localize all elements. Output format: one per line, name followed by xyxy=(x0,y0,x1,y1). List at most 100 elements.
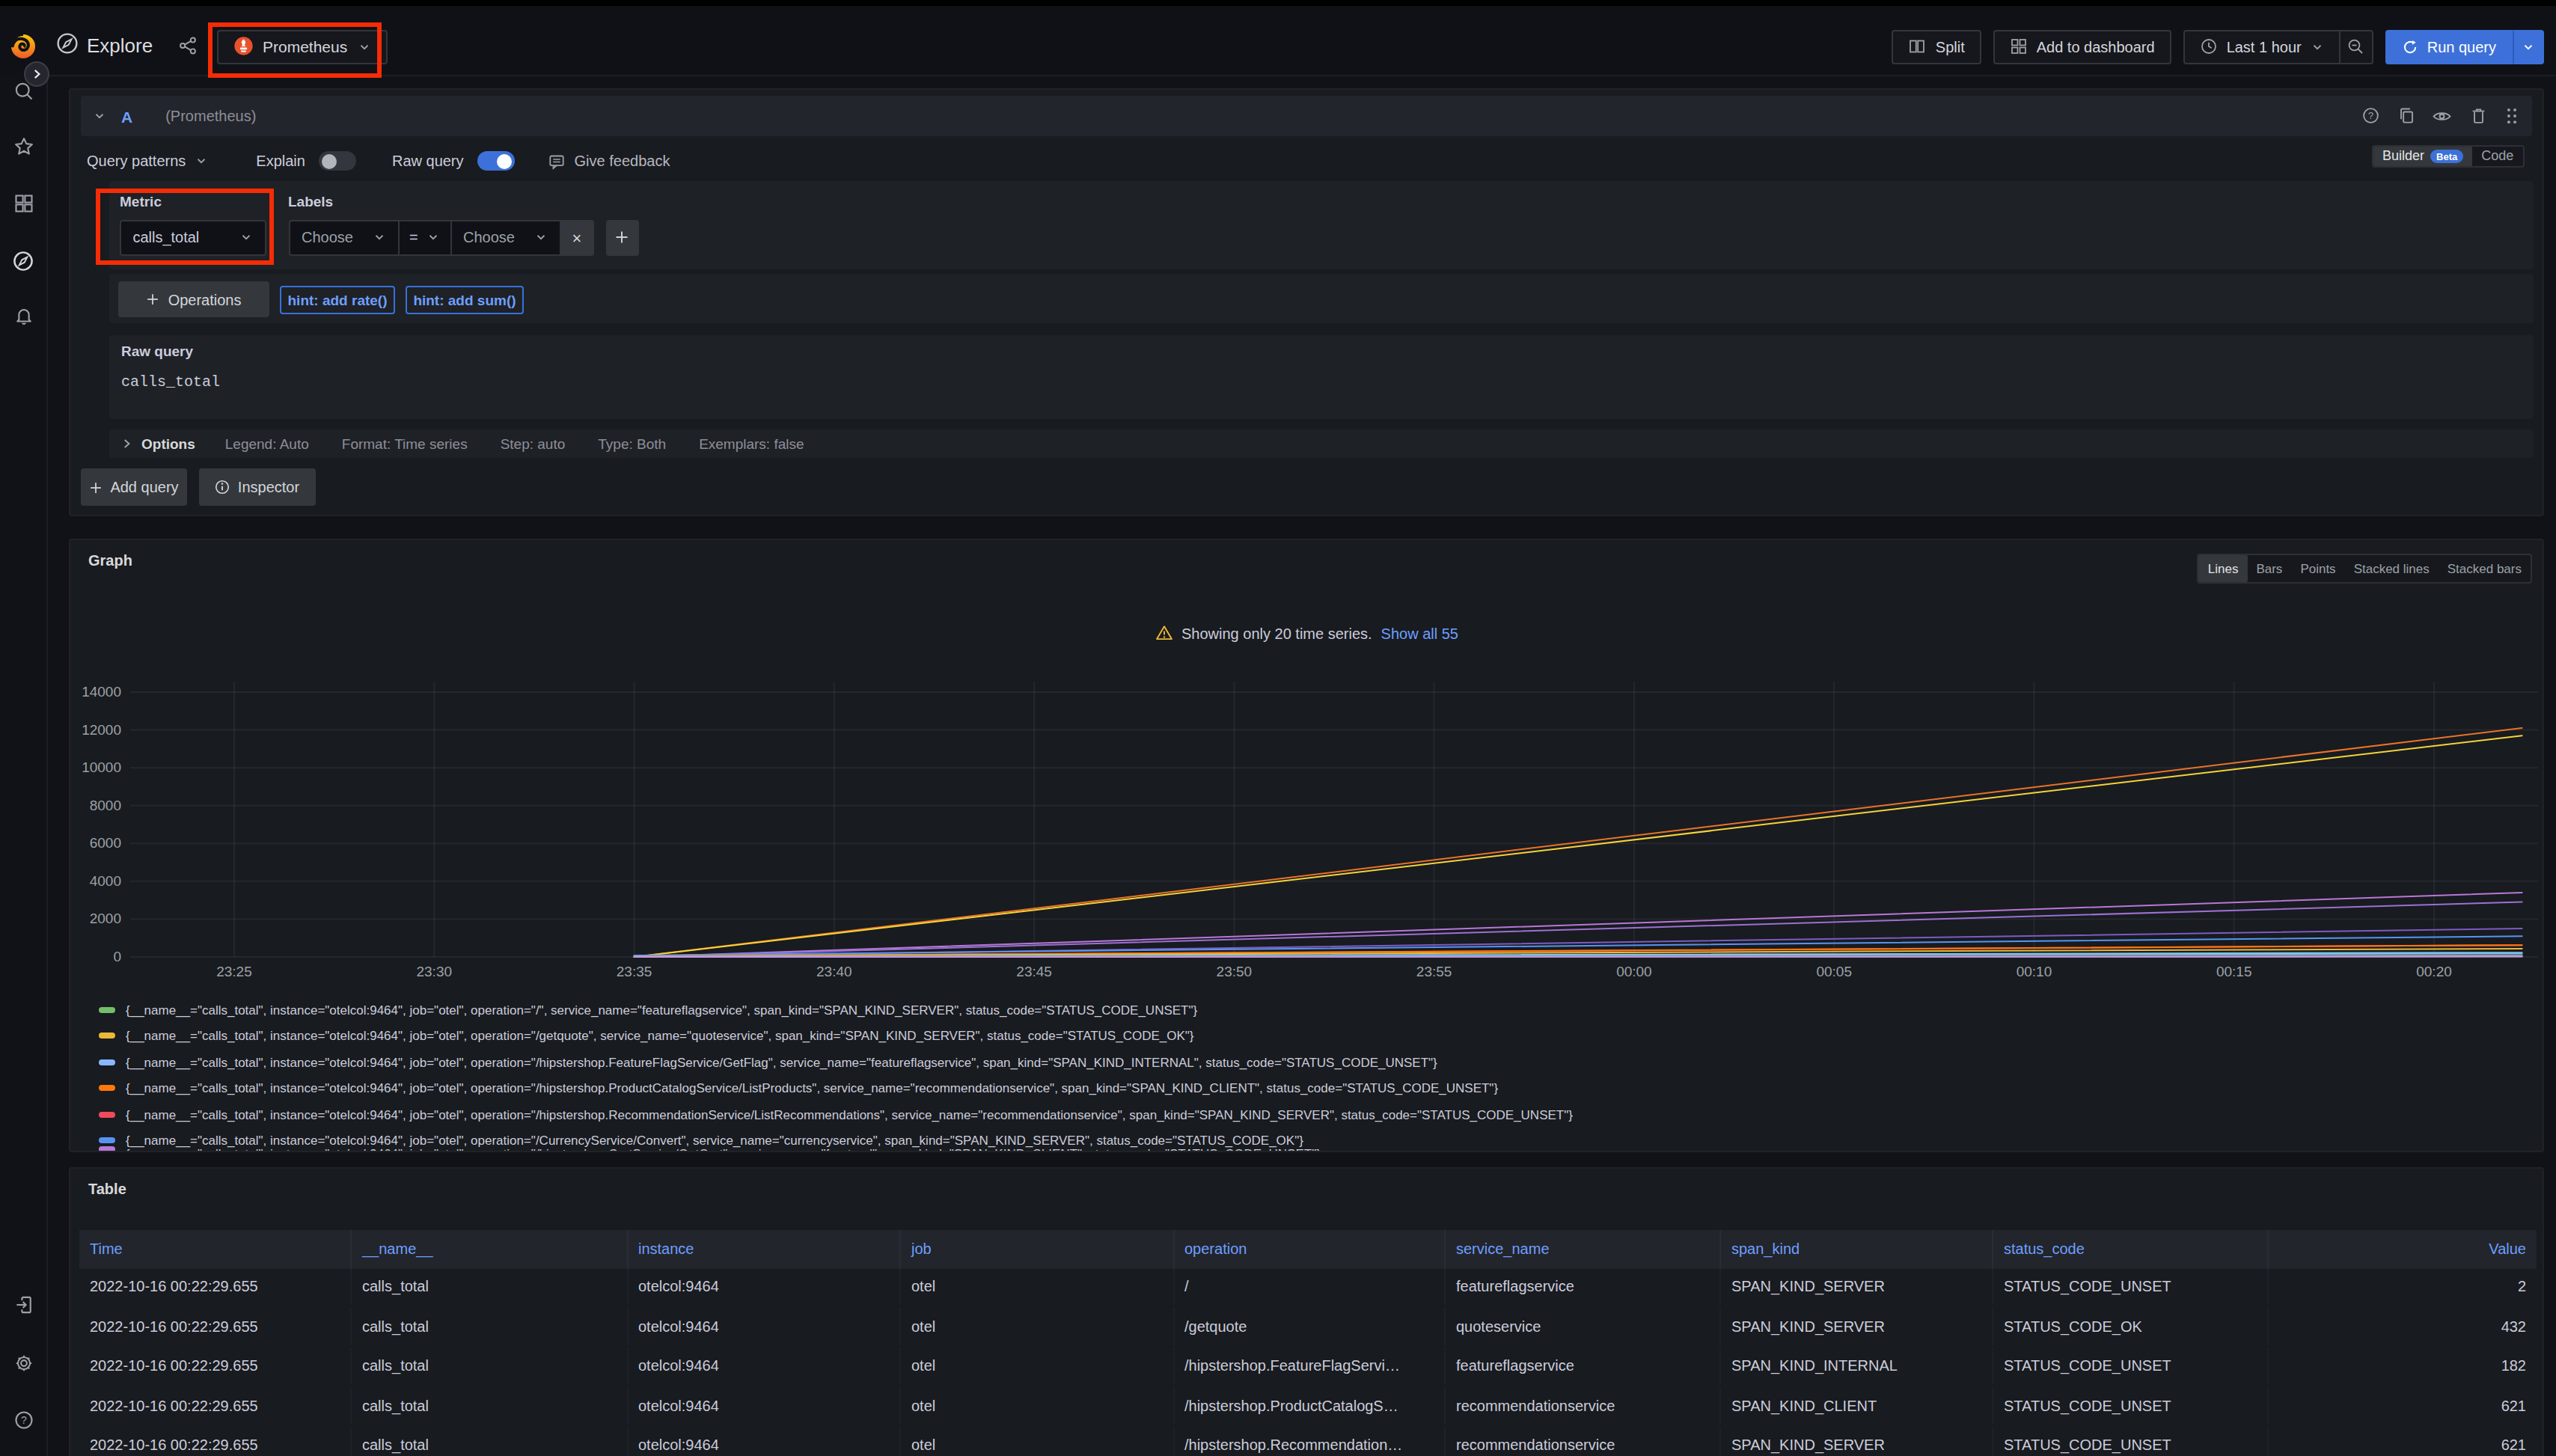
time-picker-button[interactable]: Last 1 hour xyxy=(2183,29,2339,64)
table-cell: SPAN_KIND_INTERNAL xyxy=(1721,1348,1993,1384)
column-header-Time[interactable]: Time xyxy=(79,1229,352,1268)
add-to-dashboard-label: Add to dashboard xyxy=(2037,38,2155,55)
table-cell: STATUS_CODE_UNSET xyxy=(1993,1348,2268,1384)
raw-query-toggle[interactable] xyxy=(477,151,515,171)
query-patterns-label: Query patterns xyxy=(87,153,186,169)
column-header-spankind[interactable]: span_kind xyxy=(1721,1229,1993,1268)
table-cell: 2022-10-16 00:22:29.655 xyxy=(79,1427,352,1456)
label-operator-select[interactable]: = xyxy=(397,219,451,255)
builder-code-switch: Builder Beta Code xyxy=(2372,144,2524,167)
label-value-select[interactable]: Choose xyxy=(450,219,560,255)
legend-item[interactable]: {__name__="calls_total", instance="otelc… xyxy=(99,1075,1498,1101)
table-cell: SPAN_KIND_SERVER xyxy=(1721,1268,1993,1305)
sign-in-icon[interactable] xyxy=(0,1294,46,1315)
legend-item[interactable]: {__name__="calls_total", instance="otelc… xyxy=(99,1049,1437,1075)
table-cell: 2022-10-16 00:22:29.655 xyxy=(79,1308,352,1345)
column-header-instance[interactable]: instance xyxy=(628,1229,901,1268)
show-all-link[interactable]: Show all 55 xyxy=(1381,625,1458,641)
eye-icon[interactable] xyxy=(2432,106,2452,126)
inspector-button[interactable]: Inspector xyxy=(198,468,315,506)
table-row[interactable]: 2022-10-16 00:22:29.655calls_totalotelco… xyxy=(79,1387,2537,1424)
table-cell: featureflagservice xyxy=(1446,1268,1721,1305)
query-row-header[interactable]: A (Prometheus) ? xyxy=(81,96,2532,136)
svg-text:23:40: 23:40 xyxy=(816,964,852,979)
table-row[interactable]: 2022-10-16 00:22:29.655calls_totalotelco… xyxy=(79,1308,2537,1345)
legend-item[interactable]: {__name__="calls_total", instance="otelc… xyxy=(99,1146,1321,1152)
options-label: Options xyxy=(141,435,195,452)
add-query-label: Add query xyxy=(110,479,178,495)
option-item: Step: auto xyxy=(501,435,566,452)
legend-item[interactable]: {__name__="calls_total", instance="otelc… xyxy=(99,997,1197,1023)
grafana-logo[interactable] xyxy=(9,31,37,60)
zoom-out-button[interactable] xyxy=(2339,29,2373,64)
label-key-value: Choose xyxy=(302,229,353,245)
table-cell: SPAN_KIND_SERVER xyxy=(1721,1427,1993,1456)
graph-mode-stacked-bars[interactable]: Stacked bars xyxy=(2439,555,2531,581)
table-cell: 621 xyxy=(2268,1387,2537,1424)
options-row[interactable]: Options Legend: AutoFormat: Time seriesS… xyxy=(108,429,2533,458)
split-button[interactable]: Split xyxy=(1892,29,1981,64)
query-patterns-dropdown[interactable]: Query patterns xyxy=(87,153,208,169)
sidebar-expand-button[interactable] xyxy=(24,61,49,87)
svg-text:14000: 14000 xyxy=(82,684,121,700)
table-row[interactable]: 2022-10-16 00:22:29.655calls_totalotelco… xyxy=(79,1348,2537,1384)
graph-mode-stacked-lines[interactable]: Stacked lines xyxy=(2345,555,2439,581)
table-cell: calls_total xyxy=(352,1308,628,1345)
table-cell: / xyxy=(1174,1268,1446,1305)
time-series-chart[interactable]: 0200040006000800010000120001400023:2523:… xyxy=(70,672,2544,995)
starred-icon[interactable] xyxy=(0,136,46,157)
give-feedback-label[interactable]: Give feedback xyxy=(575,153,670,169)
drag-handle-icon[interactable] xyxy=(2504,106,2520,126)
graph-mode-bars[interactable]: Bars xyxy=(2247,555,2291,581)
copy-icon[interactable] xyxy=(2397,107,2415,126)
column-header-servicename[interactable]: service_name xyxy=(1446,1229,1721,1268)
legend-item[interactable]: {__name__="calls_total", instance="otelc… xyxy=(99,1023,1194,1049)
column-header-Value[interactable]: Value xyxy=(2268,1229,2537,1268)
column-header-statuscode[interactable]: status_code xyxy=(1993,1229,2268,1268)
raw-query-title: Raw query xyxy=(121,343,193,359)
hint-add-rate-button[interactable]: hint: add rate() xyxy=(280,285,395,313)
table-cell: calls_total xyxy=(352,1387,628,1424)
help-circle-icon[interactable]: ? xyxy=(2361,107,2380,126)
code-tab[interactable]: Code xyxy=(2472,146,2522,165)
operations-label: Operations xyxy=(168,292,242,308)
column-header-operation[interactable]: operation xyxy=(1174,1229,1446,1268)
table-row[interactable]: 2022-10-16 00:22:29.655calls_totalotelco… xyxy=(79,1427,2537,1456)
label-key-select[interactable]: Choose xyxy=(288,219,399,255)
svg-text:23:45: 23:45 xyxy=(1016,964,1052,979)
raw-query-label: Raw query xyxy=(392,153,464,169)
table-cell: 182 xyxy=(2268,1348,2537,1384)
add-label-filter-button[interactable] xyxy=(605,219,638,255)
explain-toggle[interactable] xyxy=(319,151,356,171)
table-cell: otelcol:9464 xyxy=(628,1427,901,1456)
collapse-chevron-icon[interactable] xyxy=(93,109,106,123)
run-query-button[interactable]: Run query xyxy=(2385,29,2513,64)
query-toolbar: Query patterns Explain Raw query Give fe… xyxy=(87,145,670,177)
add-query-button[interactable]: Add query xyxy=(80,468,186,506)
graph-mode-lines[interactable]: Lines xyxy=(2199,555,2248,581)
builder-tab[interactable]: Builder Beta xyxy=(2373,146,2472,165)
add-to-dashboard-button[interactable]: Add to dashboard xyxy=(1993,29,2171,64)
legend-color-marker xyxy=(99,1059,115,1065)
run-query-dropdown[interactable] xyxy=(2513,29,2544,64)
table-cell: 621 xyxy=(2268,1427,2537,1456)
remove-label-filter-button[interactable]: × xyxy=(560,219,593,255)
explore-nav-icon[interactable] xyxy=(0,250,46,272)
help-icon[interactable]: ? xyxy=(0,1410,46,1431)
dashboards-icon[interactable] xyxy=(0,193,46,214)
hint-add-sum-button[interactable]: hint: add sum() xyxy=(406,285,524,313)
column-header-name[interactable]: __name__ xyxy=(352,1229,628,1268)
column-header-job[interactable]: job xyxy=(901,1229,1174,1268)
share-icon[interactable] xyxy=(178,36,198,55)
table-cell: /hipstershop.ProductCatalogS… xyxy=(1174,1387,1446,1424)
grafana-explore-page: Explore Prometheus Split xyxy=(0,0,2556,1456)
graph-mode-points[interactable]: Points xyxy=(2291,555,2344,581)
table-row[interactable]: 2022-10-16 00:22:29.655calls_totalotelco… xyxy=(79,1268,2537,1305)
settings-gear-icon[interactable] xyxy=(0,1353,46,1374)
table-cell: STATUS_CODE_UNSET xyxy=(1993,1427,2268,1456)
trash-icon[interactable] xyxy=(2468,107,2487,126)
table-cell: STATUS_CODE_UNSET xyxy=(1993,1387,2268,1424)
alerting-bell-icon[interactable] xyxy=(0,305,46,326)
add-operation-button[interactable]: Operations xyxy=(118,282,269,318)
legend-item[interactable]: {__name__="calls_total", instance="otelc… xyxy=(99,1101,1573,1128)
